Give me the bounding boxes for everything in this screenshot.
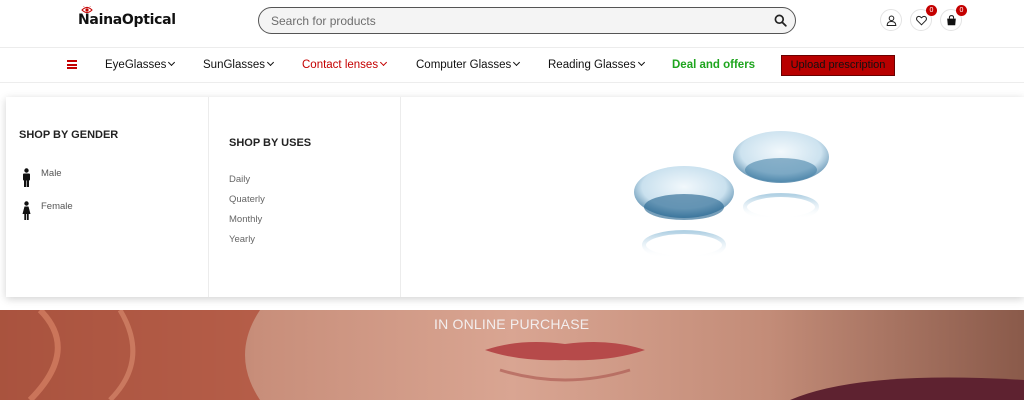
nav-item-sunglasses[interactable]: SunGlasses [203, 58, 275, 71]
wishlist-button[interactable]: 0 [910, 5, 937, 31]
shop-by-uses-title: SHOP BY USES [229, 137, 312, 149]
shop-by-uses-column: SHOP BY USES Daily Quaterly Monthly Year… [209, 97, 401, 297]
logo-text: NainaOptical [78, 12, 176, 28]
nav-item-label: EyeGlasses [105, 59, 167, 71]
nav-item-label: SunGlasses [203, 59, 266, 71]
use-item-yearly[interactable]: Yearly [229, 234, 255, 245]
nav-item-label: Reading Glasses [548, 59, 636, 71]
shop-by-gender-title: SHOP BY GENDER [19, 129, 119, 141]
nav-item-contact-lenses[interactable]: Contact lenses [302, 58, 388, 71]
gender-item-label: Male [41, 168, 62, 179]
hero-banner: IN ONLINE PURCHASE [0, 310, 1024, 400]
chevron-down-icon [513, 58, 521, 67]
male-icon [23, 168, 30, 187]
use-item-monthly[interactable]: Monthly [229, 214, 262, 225]
cart-button[interactable]: 0 [940, 5, 967, 31]
chevron-down-icon [266, 58, 275, 67]
nav-item-reading-glasses[interactable]: Reading Glasses [548, 58, 645, 71]
chevron-down-icon [168, 58, 176, 67]
site-header: NainaOptical 0 0 [0, 0, 1024, 48]
use-item-quaterly[interactable]: Quaterly [229, 194, 265, 205]
wishlist-count-badge: 0 [926, 5, 937, 16]
search-icon[interactable] [774, 14, 787, 27]
user-icon [886, 15, 897, 26]
use-item-daily[interactable]: Daily [229, 174, 250, 185]
female-icon [22, 201, 31, 220]
account-button[interactable] [880, 9, 902, 31]
cart-icon [947, 15, 956, 26]
contact-lenses-mega-menu: SHOP BY GENDER Male Female SHOP BY USES … [6, 97, 1024, 297]
chevron-down-icon [380, 58, 388, 67]
nav-item-computer-glasses[interactable]: Computer Glasses [416, 58, 521, 71]
gender-item-label: Female [41, 201, 73, 212]
search-bar [258, 7, 796, 34]
shop-by-gender-column: SHOP BY GENDER Male Female [6, 97, 209, 297]
nav-item-label: Contact lenses [302, 59, 379, 71]
menu-icon[interactable] [67, 60, 77, 69]
nav-item-label: Deal and offers [672, 59, 756, 71]
hero-text: IN ONLINE PURCHASE [434, 316, 590, 332]
logo[interactable]: NainaOptical [78, 6, 178, 30]
nav-item-deals[interactable]: Deal and offers [672, 59, 755, 71]
chevron-down-icon [637, 58, 645, 67]
nav-item-label: Computer Glasses [416, 59, 512, 71]
heart-icon [916, 15, 927, 26]
nav-item-eyeglasses[interactable]: EyeGlasses [105, 58, 176, 71]
upload-prescription-button[interactable]: Upload prescription [781, 55, 895, 76]
contact-lenses-image [634, 131, 829, 260]
search-input[interactable] [271, 13, 751, 29]
cart-count-badge: 0 [956, 5, 967, 16]
